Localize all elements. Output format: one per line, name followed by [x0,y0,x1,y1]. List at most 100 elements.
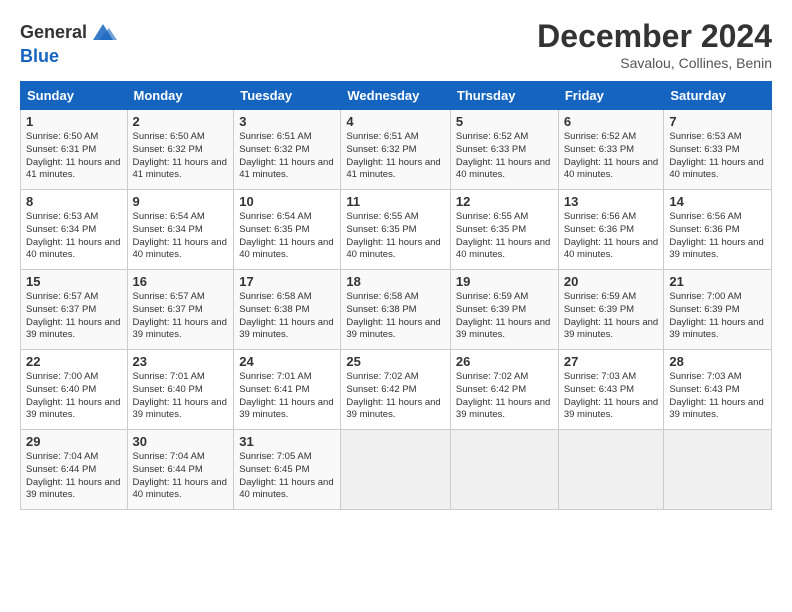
day-number: 20 [564,274,659,289]
day-number: 26 [456,354,553,369]
calendar-header-row: SundayMondayTuesdayWednesdayThursdayFrid… [21,82,772,110]
day-info: Sunrise: 7:00 AMSunset: 6:39 PMDaylight:… [669,291,766,342]
day-number: 1 [26,114,122,129]
week-row-2: 8 Sunrise: 6:53 AMSunset: 6:34 PMDaylight… [21,190,772,270]
calendar-cell: 12Sunrise: 6:55 AMSunset: 6:35 PMDayligh… [450,190,558,270]
day-number: 19 [456,274,553,289]
calendar-cell: 3 Sunrise: 6:51 AMSunset: 6:32 PMDaylight… [234,110,341,190]
day-info: Sunrise: 6:53 AMSunset: 6:33 PMDaylight:… [669,131,766,182]
calendar-cell [341,430,451,510]
week-row-3: 15 Sunrise: 6:57 AMSunset: 6:37 PMDayligh… [21,270,772,350]
day-info: Sunrise: 6:54 AMSunset: 6:34 PMDaylight:… [133,211,229,262]
day-number: 29 [26,434,122,449]
day-info: Sunrise: 6:53 AMSunset: 6:34 PMDaylight:… [26,211,122,262]
day-info: Sunrise: 6:51 AMSunset: 6:32 PMDaylight:… [346,131,445,182]
day-number: 16 [133,274,229,289]
week-row-1: 1 Sunrise: 6:50 AMSunset: 6:31 PMDaylight… [21,110,772,190]
day-number: 24 [239,354,335,369]
calendar-cell: 17 Sunrise: 6:58 AMSunset: 6:38 PMDayligh… [234,270,341,350]
calendar-cell: 27Sunrise: 7:03 AMSunset: 6:43 PMDayligh… [558,350,664,430]
calendar-cell: 19 Sunrise: 6:59 AMSunset: 6:39 PMDayligh… [450,270,558,350]
day-number: 13 [564,194,659,209]
day-number: 28 [669,354,766,369]
day-info: Sunrise: 6:56 AMSunset: 6:36 PMDaylight:… [564,211,659,262]
day-info: Sunrise: 6:59 AMSunset: 6:39 PMDaylight:… [564,291,659,342]
day-header-friday: Friday [558,82,664,110]
calendar-cell: 30Sunrise: 7:04 AMSunset: 6:44 PMDayligh… [127,430,234,510]
day-number: 5 [456,114,553,129]
calendar-cell: 9 Sunrise: 6:54 AMSunset: 6:34 PMDaylight… [127,190,234,270]
day-number: 11 [346,194,445,209]
day-number: 8 [26,194,122,209]
day-info: Sunrise: 7:01 AMSunset: 6:40 PMDaylight:… [133,371,229,422]
day-info: Sunrise: 6:59 AMSunset: 6:39 PMDaylight:… [456,291,553,342]
day-number: 6 [564,114,659,129]
calendar-cell: 8 Sunrise: 6:53 AMSunset: 6:34 PMDaylight… [21,190,128,270]
calendar-table: SundayMondayTuesdayWednesdayThursdayFrid… [20,81,772,510]
logo-blue: Blue [20,46,59,66]
day-info: Sunrise: 6:50 AMSunset: 6:32 PMDaylight:… [133,131,229,182]
calendar-cell: 11 Sunrise: 6:55 AMSunset: 6:35 PMDayligh… [341,190,451,270]
calendar-cell: 22 Sunrise: 7:00 AMSunset: 6:40 PMDayligh… [21,350,128,430]
calendar-cell: 31Sunrise: 7:05 AMSunset: 6:45 PMDayligh… [234,430,341,510]
day-number: 7 [669,114,766,129]
day-header-saturday: Saturday [664,82,772,110]
day-number: 30 [133,434,229,449]
calendar-cell: 25Sunrise: 7:02 AMSunset: 6:42 PMDayligh… [341,350,451,430]
calendar-cell: 20 Sunrise: 6:59 AMSunset: 6:39 PMDayligh… [558,270,664,350]
day-info: Sunrise: 6:58 AMSunset: 6:38 PMDaylight:… [239,291,335,342]
day-info: Sunrise: 6:55 AMSunset: 6:35 PMDaylight:… [346,211,445,262]
calendar-cell: 26Sunrise: 7:02 AMSunset: 6:42 PMDayligh… [450,350,558,430]
day-info: Sunrise: 6:56 AMSunset: 6:36 PMDaylight:… [669,211,766,262]
calendar-cell: 18Sunrise: 6:58 AMSunset: 6:38 PMDayligh… [341,270,451,350]
day-info: Sunrise: 7:02 AMSunset: 6:42 PMDaylight:… [346,371,445,422]
day-number: 23 [133,354,229,369]
day-info: Sunrise: 6:50 AMSunset: 6:31 PMDaylight:… [26,131,122,182]
calendar-cell: 24 Sunrise: 7:01 AMSunset: 6:41 PMDayligh… [234,350,341,430]
calendar-cell: 13 Sunrise: 6:56 AMSunset: 6:36 PMDayligh… [558,190,664,270]
calendar-cell: 29 Sunrise: 7:04 AMSunset: 6:44 PMDayligh… [21,430,128,510]
calendar-cell: 14Sunrise: 6:56 AMSunset: 6:36 PMDayligh… [664,190,772,270]
calendar-cell [664,430,772,510]
calendar-cell: 5 Sunrise: 6:52 AMSunset: 6:33 PMDaylight… [450,110,558,190]
calendar-cell: 16Sunrise: 6:57 AMSunset: 6:37 PMDayligh… [127,270,234,350]
day-info: Sunrise: 7:00 AMSunset: 6:40 PMDaylight:… [26,371,122,422]
calendar-cell: 2 Sunrise: 6:50 AMSunset: 6:32 PMDaylight… [127,110,234,190]
title-block: December 2024 Savalou, Collines, Benin [537,18,772,71]
day-info: Sunrise: 6:57 AMSunset: 6:37 PMDaylight:… [26,291,122,342]
day-info: Sunrise: 6:54 AMSunset: 6:35 PMDaylight:… [239,211,335,262]
day-number: 10 [239,194,335,209]
calendar-cell: 7 Sunrise: 6:53 AMSunset: 6:33 PMDaylight… [664,110,772,190]
day-info: Sunrise: 7:04 AMSunset: 6:44 PMDaylight:… [26,451,122,502]
day-info: Sunrise: 6:52 AMSunset: 6:33 PMDaylight:… [456,131,553,182]
day-number: 3 [239,114,335,129]
calendar-cell: 28 Sunrise: 7:03 AMSunset: 6:43 PMDayligh… [664,350,772,430]
calendar-cell: 21Sunrise: 7:00 AMSunset: 6:39 PMDayligh… [664,270,772,350]
calendar-cell: 1 Sunrise: 6:50 AMSunset: 6:31 PMDaylight… [21,110,128,190]
logo-icon [89,18,117,46]
week-row-4: 22 Sunrise: 7:00 AMSunset: 6:40 PMDayligh… [21,350,772,430]
day-info: Sunrise: 7:05 AMSunset: 6:45 PMDaylight:… [239,451,335,502]
day-number: 4 [346,114,445,129]
calendar-cell [450,430,558,510]
day-number: 22 [26,354,122,369]
calendar-cell: 4 Sunrise: 6:51 AMSunset: 6:32 PMDaylight… [341,110,451,190]
day-info: Sunrise: 7:03 AMSunset: 6:43 PMDaylight:… [564,371,659,422]
day-info: Sunrise: 7:03 AMSunset: 6:43 PMDaylight:… [669,371,766,422]
logo: General Blue [20,18,117,67]
day-header-monday: Monday [127,82,234,110]
day-header-wednesday: Wednesday [341,82,451,110]
day-number: 9 [133,194,229,209]
day-number: 15 [26,274,122,289]
calendar-cell: 23 Sunrise: 7:01 AMSunset: 6:40 PMDayligh… [127,350,234,430]
day-number: 2 [133,114,229,129]
day-header-sunday: Sunday [21,82,128,110]
day-info: Sunrise: 7:01 AMSunset: 6:41 PMDaylight:… [239,371,335,422]
location-subtitle: Savalou, Collines, Benin [537,55,772,71]
day-number: 17 [239,274,335,289]
day-info: Sunrise: 6:51 AMSunset: 6:32 PMDaylight:… [239,131,335,182]
page: General Blue December 2024 Savalou, Coll… [0,0,792,612]
day-info: Sunrise: 6:58 AMSunset: 6:38 PMDaylight:… [346,291,445,342]
calendar-cell [558,430,664,510]
logo-general: General [20,22,87,43]
